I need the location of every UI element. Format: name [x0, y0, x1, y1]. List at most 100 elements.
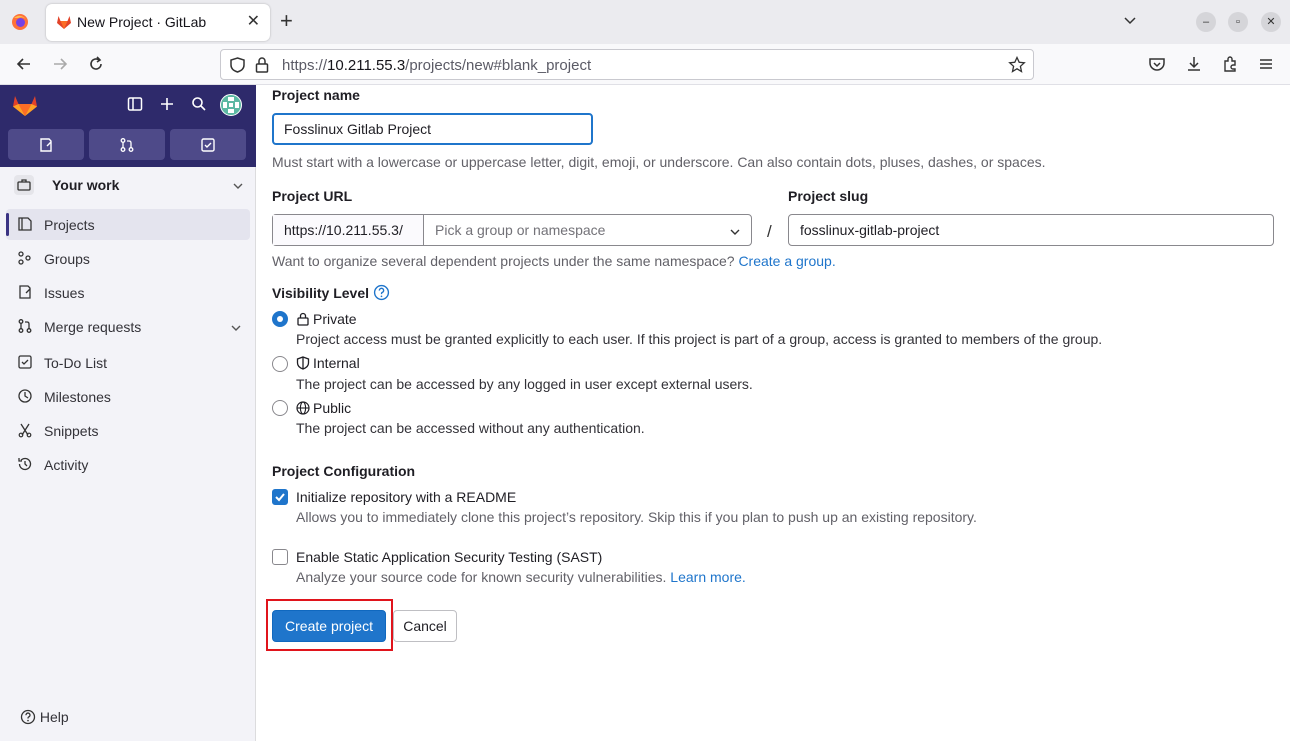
check-icon	[275, 493, 285, 502]
todo-icon	[18, 355, 32, 369]
project-name-label: Project name	[272, 87, 360, 103]
visibility-level-label: Visibility Level	[272, 284, 390, 301]
project-icon	[18, 217, 32, 231]
project-slug-input[interactable]: fosslinux-gitlab-project	[788, 214, 1274, 246]
browser-nav-bar: https://10.211.55.3/projects/new#blank_p…	[0, 44, 1290, 85]
sidebar-item-merge-requests[interactable]: Merge requests	[6, 311, 250, 342]
create-new-icon[interactable]	[159, 96, 175, 112]
merge-requests-button[interactable]	[89, 129, 165, 160]
assigned-issues-button[interactable]	[8, 129, 84, 160]
sidebar-header	[0, 85, 256, 126]
project-url-prefix: https://10.211.55.3/	[273, 215, 424, 245]
maximize-icon[interactable]: ▫	[1228, 12, 1248, 32]
project-url-group: https://10.211.55.3/ Pick a group or nam…	[272, 214, 752, 246]
sidebar-item-label: Issues	[44, 285, 85, 301]
visibility-private-desc: Project access must be granted explicitl…	[296, 331, 1103, 347]
sidebar-item-label: Activity	[44, 457, 89, 473]
sidebar-item-label: To-Do List	[44, 355, 108, 371]
visibility-internal-label: Internal	[296, 355, 360, 371]
visibility-internal-radio[interactable]	[272, 356, 288, 372]
gitlab-sidebar: Your work Projects Groups Issues Merge r…	[0, 85, 256, 741]
chevron-down-icon	[233, 183, 243, 189]
search-icon[interactable]	[191, 96, 207, 112]
sidebar-item-todo-list[interactable]: To-Do List	[6, 347, 250, 378]
sidebar-item-label: Milestones	[44, 389, 111, 405]
milestone-icon	[18, 389, 32, 403]
back-icon[interactable]	[15, 55, 33, 73]
namespace-help: Want to organize several dependent proje…	[272, 253, 836, 269]
project-url-label: Project URL	[272, 188, 353, 204]
reload-icon[interactable]	[87, 55, 105, 73]
lock-icon[interactable]	[254, 56, 270, 74]
create-group-link[interactable]: Create a group.	[738, 253, 835, 269]
visibility-private-label: Private	[296, 311, 357, 327]
visibility-private-radio[interactable]	[272, 311, 288, 327]
new-tab-icon[interactable]: +	[280, 9, 293, 33]
downloads-icon[interactable]	[1185, 55, 1203, 73]
sast-help: Analyze your source code for known secur…	[296, 569, 746, 585]
tab-close-icon[interactable]: ✕	[247, 13, 260, 31]
tracking-shield-icon[interactable]	[229, 56, 246, 74]
tab-title: New Project · GitLab	[77, 14, 207, 30]
help-link[interactable]: Help	[20, 709, 69, 725]
briefcase-icon	[14, 175, 34, 195]
browser-tab-bar: New Project · GitLab ✕ + – ▫ ✕	[0, 0, 1290, 44]
sidebar-item-label: Merge requests	[44, 319, 142, 335]
minimize-icon[interactable]: –	[1196, 12, 1216, 32]
context-switcher[interactable]: Your work	[6, 171, 250, 201]
sidebar-item-label: Snippets	[44, 423, 99, 439]
gitlab-logo-icon[interactable]	[12, 93, 38, 117]
readme-label: Initialize repository with a README	[296, 489, 517, 505]
merge-request-icon	[120, 138, 134, 152]
visibility-public-desc: The project can be accessed without any …	[296, 420, 645, 436]
sidebar-quick-actions	[0, 126, 256, 167]
sidebar-item-groups[interactable]: Groups	[6, 243, 250, 274]
sidebar-item-label: Groups	[44, 251, 90, 267]
sidebar-item-label: Projects	[44, 217, 95, 233]
visibility-public-radio[interactable]	[272, 400, 288, 416]
namespace-select[interactable]: Pick a group or namespace	[435, 222, 605, 238]
sast-checkbox[interactable]	[272, 549, 288, 565]
sidebar-toggle-icon[interactable]	[127, 96, 143, 112]
visibility-internal-desc: The project can be accessed by any logge…	[296, 376, 753, 392]
firefox-icon[interactable]	[11, 13, 29, 31]
todo-button[interactable]	[170, 129, 246, 160]
issues-icon	[19, 285, 31, 299]
list-tabs-chevron-icon[interactable]	[1122, 12, 1138, 28]
project-name-help: Must start with a lowercase or uppercase…	[272, 154, 1046, 170]
sidebar-item-activity[interactable]: Activity	[6, 449, 250, 480]
todo-icon	[201, 138, 215, 152]
cancel-button[interactable]: Cancel	[393, 610, 457, 642]
menu-hamburger-icon[interactable]	[1257, 55, 1275, 73]
readme-checkbox[interactable]	[272, 489, 288, 505]
sidebar-item-issues[interactable]: Issues	[6, 277, 250, 308]
user-avatar[interactable]	[220, 94, 242, 116]
snippet-icon	[18, 423, 32, 438]
learn-more-link[interactable]: Learn more.	[670, 569, 745, 585]
visibility-public-label: Public	[296, 400, 351, 416]
create-project-button[interactable]: Create project	[272, 610, 386, 642]
globe-icon	[296, 401, 310, 415]
sidebar-item-projects[interactable]: Projects	[6, 209, 250, 240]
chevron-down-icon[interactable]	[729, 226, 741, 238]
sidebar-item-milestones[interactable]: Milestones	[6, 381, 250, 412]
sast-label: Enable Static Application Security Testi…	[296, 549, 603, 565]
merge-request-icon	[18, 319, 32, 333]
forward-icon[interactable]	[51, 55, 69, 73]
question-icon	[20, 709, 36, 725]
group-icon	[18, 251, 31, 265]
project-configuration-label: Project Configuration	[272, 463, 416, 479]
help-question-icon[interactable]	[373, 284, 390, 301]
project-name-input[interactable]: Fosslinux Gitlab Project	[272, 113, 593, 145]
extensions-icon[interactable]	[1221, 55, 1239, 73]
window-close-icon[interactable]: ✕	[1261, 12, 1281, 32]
bookmark-star-icon[interactable]	[1008, 56, 1026, 74]
gitlab-favicon-icon	[57, 16, 71, 29]
address-bar[interactable]: https://10.211.55.3/projects/new#blank_p…	[220, 49, 1034, 80]
pocket-icon[interactable]	[1148, 55, 1166, 73]
sidebar-item-snippets[interactable]: Snippets	[6, 415, 250, 446]
browser-tab-active[interactable]: New Project · GitLab ✕	[46, 4, 270, 41]
readme-help: Allows you to immediately clone this pro…	[296, 509, 977, 525]
url-separator: /	[767, 222, 772, 241]
avatar-pattern-icon	[223, 97, 239, 113]
